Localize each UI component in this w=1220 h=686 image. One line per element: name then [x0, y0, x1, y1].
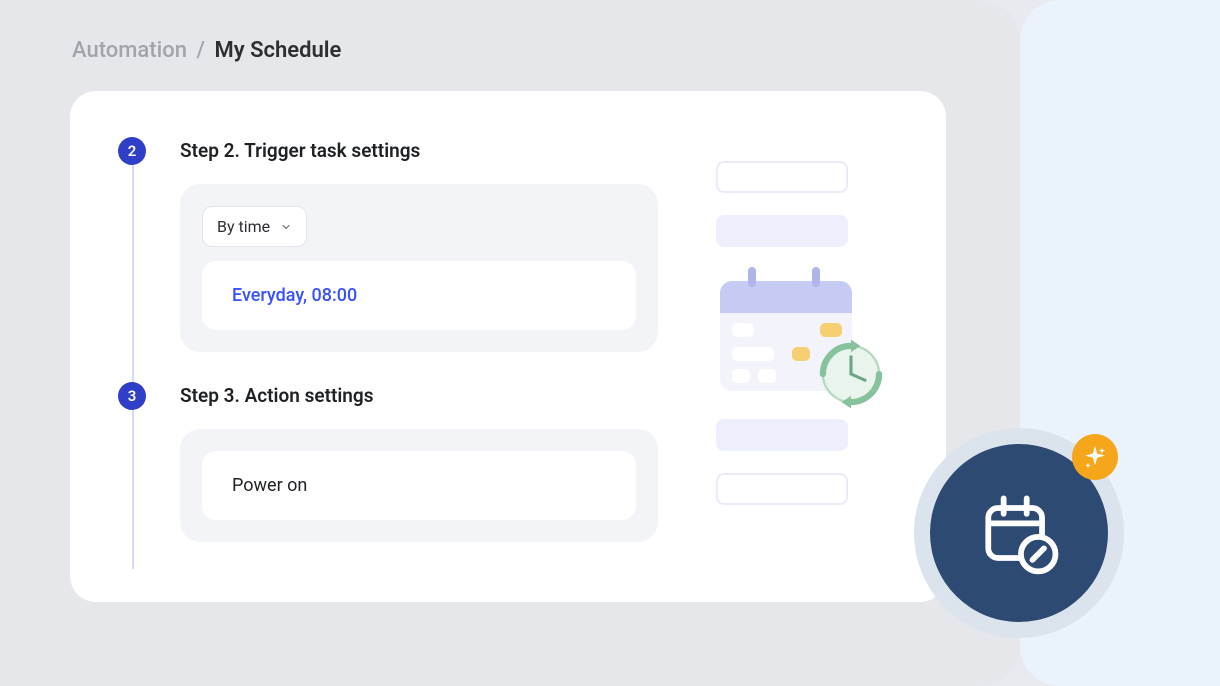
action-settings-block: Power on: [180, 429, 658, 542]
step-number-badge: 2: [118, 137, 146, 165]
breadcrumb-separator: /: [196, 38, 205, 63]
breadcrumb: Automation / My Schedule: [72, 38, 1020, 63]
step-title: Step 2. Trigger task settings: [180, 139, 946, 162]
trigger-settings-block: By time Everyday, 08:00: [180, 184, 658, 352]
skeleton-bar: [716, 215, 848, 247]
preview-skeleton: [716, 161, 886, 527]
skeleton-bar: [716, 419, 848, 451]
dropdown-label: By time: [217, 217, 270, 236]
skeleton-bar: [716, 161, 848, 193]
step-number-badge: 3: [118, 382, 146, 410]
trigger-time-text: Everyday, 08:00: [232, 285, 357, 306]
skeleton-bar: [716, 473, 848, 505]
action-text: Power on: [232, 475, 307, 496]
clock-refresh-icon: [812, 335, 890, 413]
chevron-down-icon: [280, 221, 292, 233]
calendar-preview-icon: [720, 269, 860, 395]
breadcrumb-parent[interactable]: Automation: [72, 38, 187, 63]
trigger-time-value[interactable]: Everyday, 08:00: [202, 261, 636, 330]
schedule-fab[interactable]: [914, 428, 1124, 638]
schedule-card: 2 Step 2. Trigger task settings By time …: [70, 91, 946, 602]
breadcrumb-current: My Schedule: [214, 38, 341, 63]
trigger-type-dropdown[interactable]: By time: [202, 206, 307, 247]
action-value[interactable]: Power on: [202, 451, 636, 520]
sparkle-icon: [1072, 434, 1118, 480]
main-panel: Automation / My Schedule 2 Step 2. Trigg…: [0, 0, 1020, 686]
